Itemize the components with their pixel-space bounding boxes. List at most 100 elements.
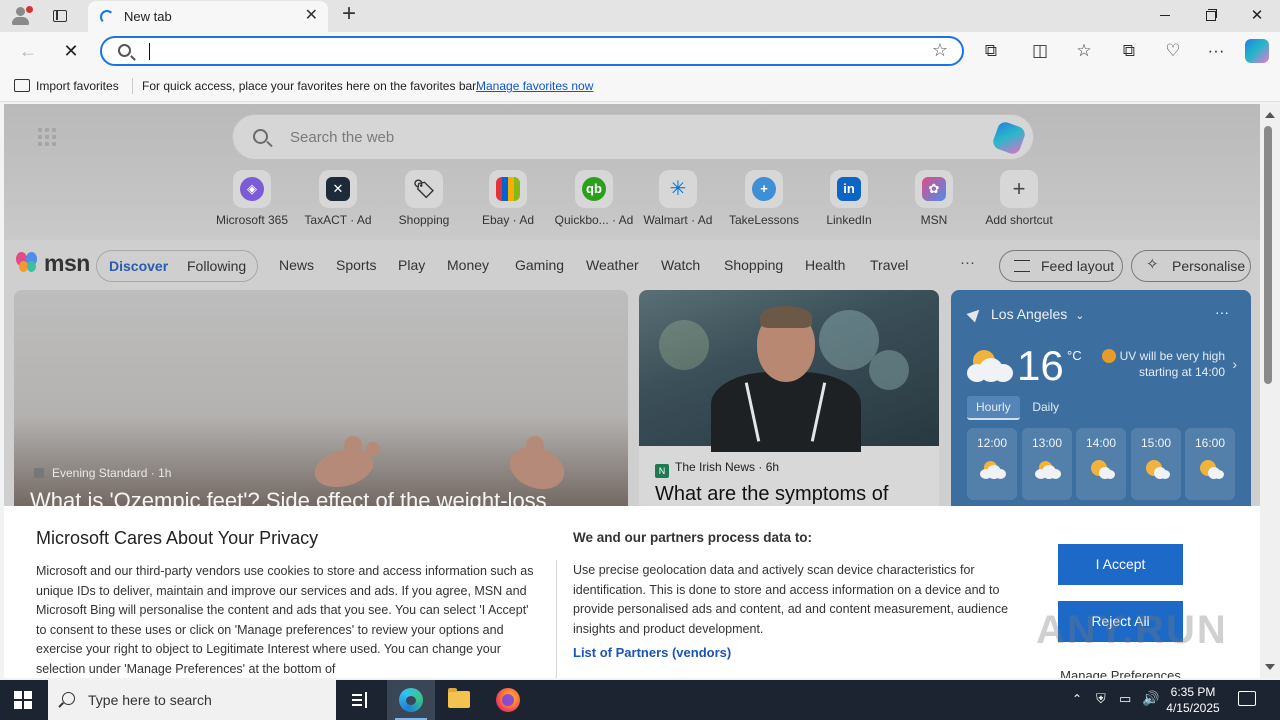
more-nav-button[interactable]: ··· bbox=[960, 254, 975, 271]
manage-favorites-link[interactable]: Manage favorites now bbox=[476, 79, 593, 93]
weather-location[interactable]: Los Angeles ⌄ bbox=[966, 305, 1085, 323]
nav-gaming[interactable]: Gaming bbox=[515, 257, 564, 273]
taskbar-edge[interactable] bbox=[387, 680, 435, 720]
network-icon[interactable]: ▭ bbox=[1119, 691, 1131, 720]
minimize-button[interactable] bbox=[1142, 0, 1188, 32]
news-card[interactable]: N The Irish News · 6h What are the sympto… bbox=[639, 290, 939, 520]
divider bbox=[132, 78, 133, 94]
task-view-button[interactable] bbox=[336, 680, 384, 720]
nav-sports[interactable]: Sports bbox=[336, 257, 376, 273]
nav-health[interactable]: Health bbox=[805, 257, 845, 273]
collections-icon[interactable]: ⧉ bbox=[1117, 40, 1141, 62]
shortcut-msn[interactable]: ✿ MSN bbox=[892, 170, 976, 227]
taxact-icon: ✕ bbox=[326, 177, 350, 201]
search-icon bbox=[62, 692, 75, 705]
shortcut-microsoft-365[interactable]: ◈ Microsoft 365 bbox=[210, 170, 294, 227]
close-window-button[interactable]: ✕ bbox=[1234, 0, 1280, 32]
shortcut-taxact[interactable]: ✕ TaxACT · Ad bbox=[296, 170, 380, 227]
weather-more-button[interactable]: ··· bbox=[1215, 304, 1229, 320]
web-search-box[interactable]: Search the web bbox=[232, 114, 1034, 160]
source-logo-icon bbox=[34, 468, 44, 478]
restore-button[interactable] bbox=[1188, 0, 1234, 32]
nav-shopping[interactable]: Shopping bbox=[724, 257, 783, 273]
page-scrollbar[interactable] bbox=[1260, 104, 1280, 678]
nav-play[interactable]: Play bbox=[398, 257, 425, 273]
favorites-message: For quick access, place your favorites h… bbox=[142, 79, 479, 93]
volume-icon[interactable]: 🔊 bbox=[1142, 690, 1159, 720]
nav-weather[interactable]: Weather bbox=[586, 257, 639, 273]
favorites-icon[interactable]: ☆ bbox=[1072, 40, 1096, 62]
nav-news[interactable]: News bbox=[279, 257, 314, 273]
shortcut-shopping[interactable]: 🏷 Shopping bbox=[382, 170, 466, 227]
copilot-search-icon[interactable] bbox=[991, 120, 1027, 156]
scroll-down-icon[interactable] bbox=[1265, 664, 1275, 670]
scroll-thumb[interactable] bbox=[1264, 126, 1272, 384]
personalise-button[interactable]: ✧ Personalise bbox=[1131, 250, 1251, 282]
import-favorites-button[interactable]: Import favorites bbox=[14, 79, 119, 93]
feed-layout-button[interactable]: Feed layout bbox=[999, 250, 1123, 282]
list-of-partners-link[interactable]: List of Partners (vendors) bbox=[573, 645, 731, 660]
shortcuts-row: ◈ Microsoft 365 ✕ TaxACT · Ad 🏷 Shopping… bbox=[210, 170, 1070, 234]
hour-item[interactable]: 16:00 bbox=[1185, 428, 1235, 500]
tab-new-tab[interactable]: New tab ✕ bbox=[88, 1, 328, 32]
partners-body: Use precise geolocation data and activel… bbox=[573, 563, 1009, 636]
shortcut-add[interactable]: + Add shortcut bbox=[977, 170, 1061, 227]
new-tab-button[interactable]: + bbox=[338, 2, 360, 27]
hour-item[interactable]: 15:00 bbox=[1131, 428, 1181, 500]
tab-discover[interactable]: Discover bbox=[109, 258, 168, 274]
taskbar-file-explorer[interactable] bbox=[435, 680, 483, 720]
accept-button[interactable]: I Accept bbox=[1058, 544, 1183, 585]
partly-sunny-icon bbox=[1089, 460, 1115, 480]
app-launcher-icon[interactable] bbox=[38, 128, 56, 146]
taskbar-search-box[interactable]: Type here to search bbox=[48, 680, 336, 720]
scroll-up-icon[interactable] bbox=[1265, 112, 1275, 118]
tab-following[interactable]: Following bbox=[187, 258, 246, 274]
news-photo bbox=[639, 290, 939, 452]
extensions-icon[interactable]: ⧉ bbox=[979, 40, 1003, 62]
hour-item[interactable]: 13:00 bbox=[1022, 428, 1072, 500]
shortcut-walmart[interactable]: ✳ Walmart · Ad bbox=[636, 170, 720, 227]
tab-daily[interactable]: Daily bbox=[1023, 396, 1068, 418]
show-hidden-icons-chevron-icon[interactable]: ⌃ bbox=[1072, 692, 1082, 720]
msn-icon: ✿ bbox=[922, 177, 946, 201]
shortcut-label: TaxACT · Ad bbox=[304, 213, 372, 227]
split-screen-icon[interactable]: ◫ bbox=[1028, 40, 1052, 62]
taskbar-firefox[interactable] bbox=[484, 680, 532, 720]
m365-icon: ◈ bbox=[240, 177, 264, 201]
divider bbox=[556, 560, 557, 678]
taskbar-clock[interactable]: 6:35 PM 4/15/2025 bbox=[1162, 684, 1224, 716]
news-headline[interactable]: What are the symptoms of bbox=[655, 483, 888, 506]
tab-hourly[interactable]: Hourly bbox=[967, 396, 1020, 420]
hour-item[interactable]: 12:00 bbox=[967, 428, 1017, 500]
tab-close-icon[interactable]: ✕ bbox=[305, 7, 318, 25]
sparkle-icon: ✧ bbox=[1146, 256, 1159, 273]
sliders-icon bbox=[1014, 260, 1030, 272]
favorite-star-icon[interactable]: ☆ bbox=[932, 40, 948, 61]
copilot-icon[interactable] bbox=[1245, 39, 1269, 63]
weather-card[interactable]: Los Angeles ⌄ ··· 16 °C UV will be very h… bbox=[951, 290, 1251, 520]
shortcut-ebay[interactable]: Ebay · Ad bbox=[466, 170, 550, 227]
hero-news-card[interactable]: Evening Standard · 1h What is 'Ozempic f… bbox=[14, 290, 628, 520]
profile-avatar-icon[interactable] bbox=[8, 4, 34, 28]
shortcut-linkedin[interactable]: in LinkedIn bbox=[807, 170, 891, 227]
back-icon[interactable]: ← bbox=[16, 40, 40, 62]
hour-item[interactable]: 14:00 bbox=[1076, 428, 1126, 500]
shortcut-quickbooks[interactable]: qb Quickbo... · Ad bbox=[552, 170, 636, 227]
windows-start-icon[interactable] bbox=[14, 691, 32, 709]
nav-watch[interactable]: Watch bbox=[661, 257, 700, 273]
stop-loading-icon[interactable]: ✕ bbox=[60, 40, 82, 62]
nav-travel[interactable]: Travel bbox=[870, 257, 908, 273]
browser-essentials-icon[interactable]: ♡ bbox=[1161, 40, 1185, 62]
address-bar[interactable]: ☆ bbox=[100, 36, 964, 66]
text-caret bbox=[149, 43, 150, 60]
manage-preferences-button[interactable]: Manage Preferences bbox=[1058, 668, 1183, 678]
edge-icon bbox=[399, 688, 423, 712]
nav-money[interactable]: Money bbox=[447, 257, 489, 273]
chevron-right-icon[interactable]: › bbox=[1232, 356, 1237, 372]
shortcut-takelessons[interactable]: + TakeLessons bbox=[722, 170, 806, 227]
temperature-unit[interactable]: °C bbox=[1067, 348, 1082, 363]
settings-more-icon[interactable]: ··· bbox=[1204, 40, 1228, 62]
security-icon[interactable]: ⛨ bbox=[1096, 691, 1106, 720]
notifications-icon[interactable] bbox=[1238, 691, 1256, 706]
tab-actions-icon[interactable] bbox=[48, 6, 72, 26]
